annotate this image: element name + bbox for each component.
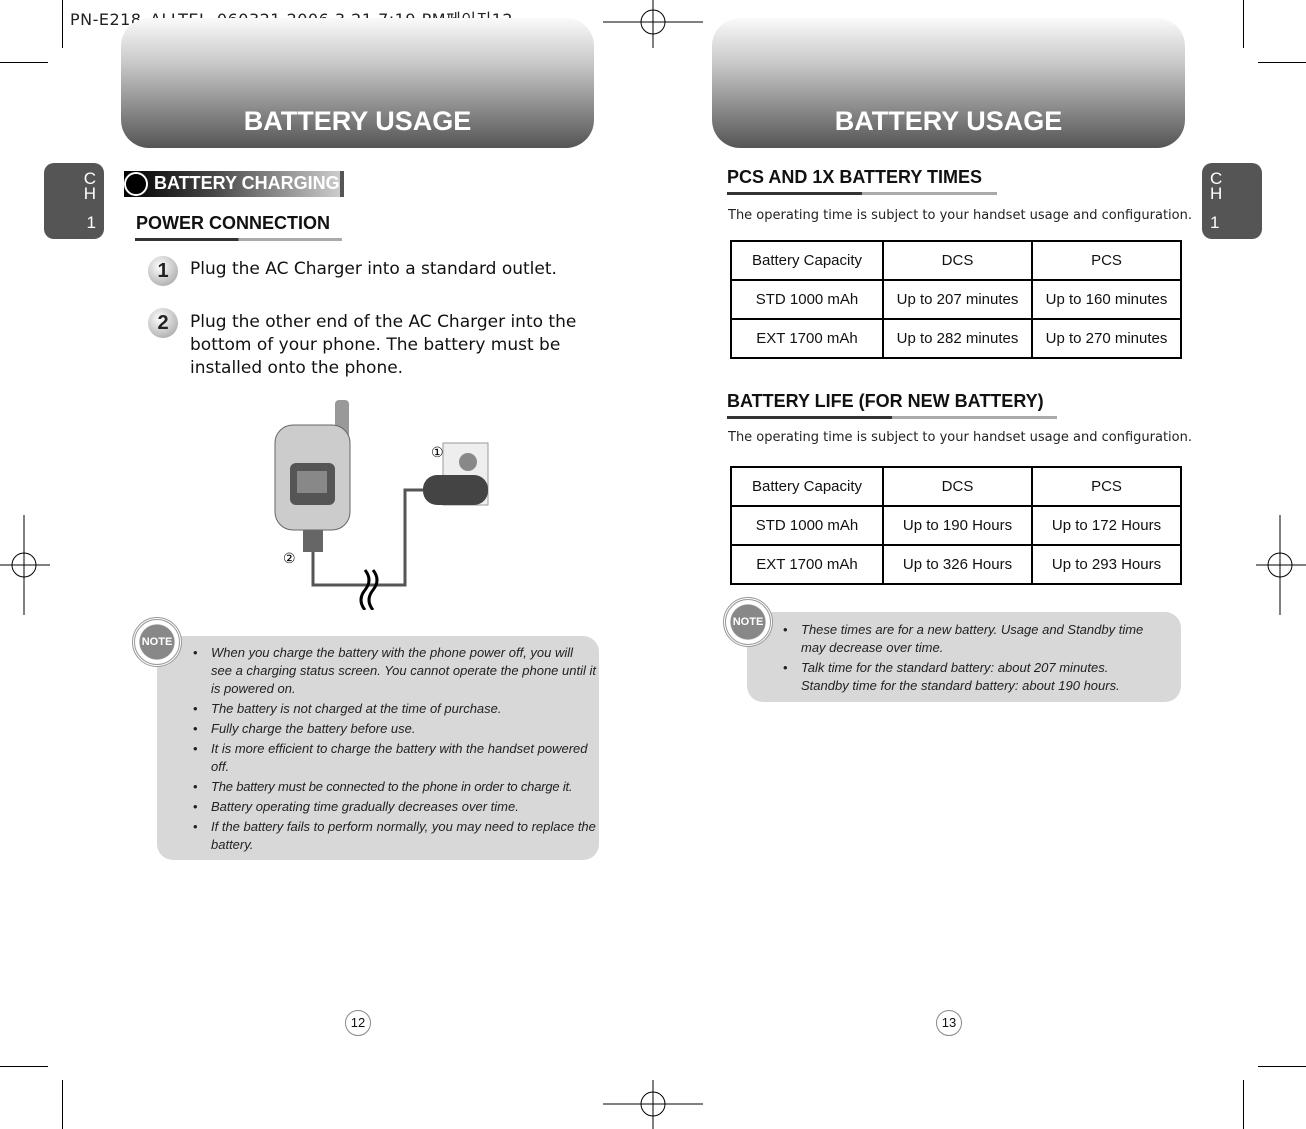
page-number: 12 (345, 1010, 371, 1036)
table-header-row: Battery Capacity DCS PCS (730, 240, 1182, 281)
battery-life-table: Battery Capacity DCS PCS STD 1000 mAh Up to… (730, 466, 1182, 585)
note-item: If the battery fails to perform normally… (191, 818, 596, 854)
crop-mark (1243, 1080, 1244, 1129)
page-number: 13 (936, 1010, 962, 1036)
section-heading: PCS AND 1X BATTERY TIMES (727, 167, 983, 187)
note-item: The battery is not charged at the time o… (191, 700, 596, 718)
table-subtitle: The operating time is subject to your ha… (728, 430, 1192, 445)
page-banner: BATTERY USAGE (712, 18, 1185, 148)
registration-mark (1256, 515, 1306, 615)
table-subtitle: The operating time is subject to your ha… (728, 208, 1192, 223)
callout-1: ① (431, 444, 444, 460)
registration-mark (603, 1080, 703, 1129)
crop-mark (1258, 1066, 1306, 1067)
step-number: 1 (148, 256, 178, 286)
phone-charger-illustration: ① ② (274, 400, 489, 610)
note-item: Battery operating time gradually decreas… (191, 798, 596, 816)
section-heading: POWER CONNECTION (136, 213, 331, 233)
table-row: STD 1000 mAh Up to 207 minutes Up to 160 m… (730, 279, 1182, 320)
step-number: 2 (148, 308, 178, 338)
note-item: Talk time for the standard battery: abou… (781, 659, 1151, 695)
table-row: EXT 1700 mAh Up to 282 minutes Up to 270 m… (730, 318, 1182, 359)
charger-plug (303, 530, 323, 552)
chapter-tab: C H 1 (1202, 163, 1262, 239)
registration-mark (0, 515, 50, 615)
heading-underline (727, 416, 1057, 419)
crop-mark (1243, 0, 1244, 48)
registration-mark (603, 0, 703, 48)
table-row: EXT 1700 mAh Up to 326 Hours Up to 293 Hou… (730, 544, 1182, 585)
note-item: It is more efficient to charge the batte… (191, 740, 596, 776)
chapter-number: 1 (1210, 213, 1220, 232)
battery-times-table: Battery Capacity DCS PCS STD 1000 mAh Up to… (730, 240, 1182, 359)
note-box: When you charge the battery with the pho… (157, 636, 599, 860)
note-icon: NOTE (723, 597, 773, 647)
note-item: When you charge the battery with the pho… (191, 644, 596, 698)
chapter-number: 1 (86, 213, 96, 232)
callout-2: ② (283, 550, 296, 566)
crop-mark (1258, 62, 1306, 63)
crop-mark (0, 62, 48, 63)
section-label: BATTERY CHARGING (124, 171, 344, 197)
step-text: Plug the other end of the AC Charger int… (190, 312, 577, 378)
note-icon: NOTE (132, 617, 182, 667)
chapter-letter: H (83, 184, 96, 203)
note-item: Fully charge the battery before use. (191, 720, 596, 738)
note-item: These times are for a new battery. Usage… (781, 621, 1151, 657)
crop-mark (62, 1080, 63, 1129)
heading-underline (727, 192, 997, 195)
step-text: Plug the AC Charger into a standard outl… (190, 259, 557, 279)
page-banner: BATTERY USAGE (121, 18, 594, 148)
crop-mark (0, 1066, 48, 1067)
table-row: STD 1000 mAh Up to 190 Hours Up to 172 Hou… (730, 505, 1182, 546)
bullet-icon (124, 172, 148, 196)
heading-underline (135, 238, 342, 241)
table-header-row: Battery Capacity DCS PCS (730, 466, 1182, 507)
note-item: The battery must be connected to the pho… (191, 778, 596, 796)
note-box: These times are for a new battery. Usage… (747, 612, 1181, 702)
section-heading: BATTERY LIFE (FOR NEW BATTERY) (727, 391, 1044, 411)
chapter-letter: H (1210, 184, 1223, 203)
crop-mark (62, 0, 63, 48)
charger-adapter (423, 475, 488, 505)
chapter-tab: C H 1 (44, 163, 104, 239)
